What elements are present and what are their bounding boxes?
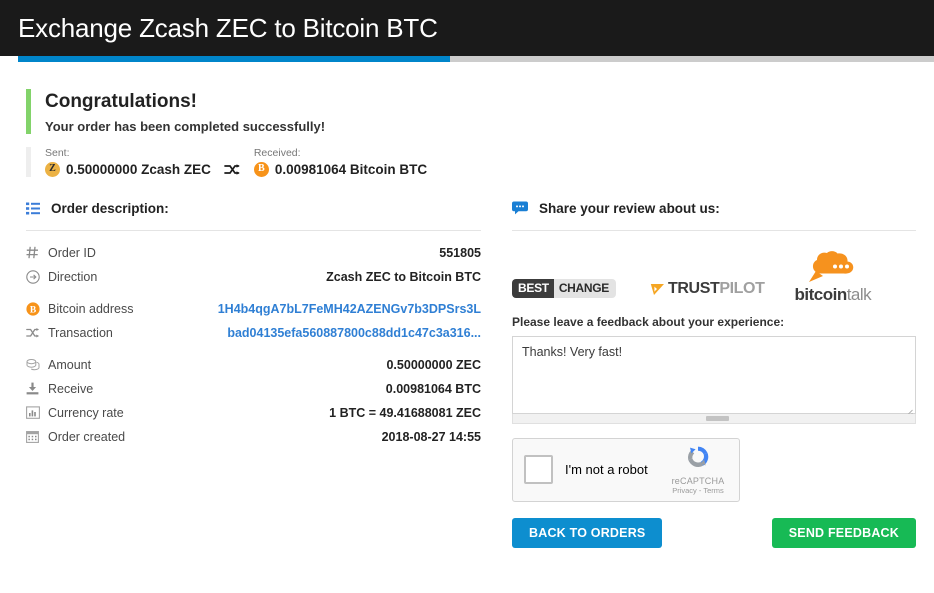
recaptcha-widget[interactable]: I'm not a robot reCAPTCHA Privacy - Term… — [512, 437, 740, 502]
speech-bubble-icon — [512, 201, 528, 215]
back-to-orders-button[interactable]: BACK TO ORDERS — [512, 517, 663, 549]
bestchange-logo[interactable]: BEST CHANGE — [512, 278, 617, 298]
send-feedback-button[interactable]: SEND FEEDBACK — [771, 517, 916, 549]
row-label: Order created — [48, 429, 126, 444]
row-label: Transaction — [48, 325, 113, 340]
download-icon — [26, 382, 48, 395]
order-description-title: Order description: — [51, 200, 169, 216]
success-message: Your order has been completed successful… — [45, 118, 326, 134]
row-label: Order ID — [48, 245, 96, 260]
row-value: 1 BTC = 49.41688081 ZEC — [329, 405, 481, 420]
bitcoin-icon: B — [26, 302, 48, 316]
recaptcha-label: I'm not a robot — [565, 462, 648, 478]
sent-label: Sent: — [45, 146, 70, 159]
received-label: Received: — [253, 146, 301, 159]
received-block: Received: B 0.00981064 Bitcoin BTC — [253, 146, 428, 177]
feedback-label: Please leave a feedback about your exper… — [512, 314, 785, 329]
trustpilot-logo[interactable]: TRUST PILOT — [650, 279, 765, 298]
order-description-header: Order description: — [26, 201, 481, 230]
review-site-logos: BEST CHANGE TRUST PILOT bitcointalk — [512, 245, 916, 305]
svg-text:B: B — [30, 305, 37, 315]
row-value: Zcash ZEC to Bitcoin BTC — [326, 269, 481, 284]
recaptcha-branding: reCAPTCHA Privacy - Terms — [667, 444, 729, 495]
sent-amount: 0.50000000 Zcash ZEC — [66, 161, 211, 177]
success-heading: Congratulations! — [45, 91, 197, 112]
bitcoin-coin-icon: B — [253, 161, 269, 177]
recaptcha-logo-icon — [667, 444, 729, 475]
scrollbar-thumb[interactable] — [705, 415, 729, 421]
table-row: Order created 2018-08-27 14:55 — [26, 425, 481, 449]
table-row: Receive 0.00981064 BTC — [26, 377, 481, 401]
swap-arrows-icon — [223, 163, 241, 177]
chart-icon — [26, 406, 48, 419]
bitcointalk-logo-b: talk — [846, 284, 872, 304]
feedback-horizontal-scrollbar[interactable] — [512, 413, 916, 424]
arrow-circle-icon — [26, 269, 48, 284]
row-value: 0.50000000 ZEC — [386, 357, 481, 372]
table-row: Transaction bad04135efa560887800c88dd1c4… — [26, 321, 481, 345]
table-row: Order ID 551805 — [26, 241, 481, 265]
received-amount: 0.00981064 Bitcoin BTC — [274, 161, 428, 177]
row-label: Amount — [48, 357, 92, 372]
trustpilot-logo-a: TRUST — [668, 279, 720, 297]
review-panel: Share your review about us: BEST CHANGE … — [481, 201, 916, 549]
row-value: 0.00981064 BTC — [385, 381, 481, 396]
bestchange-logo-b: CHANGE — [553, 278, 617, 298]
sent-value-row: Z 0.50000000 Zcash ZEC — [45, 161, 211, 177]
progress-bar-fill — [18, 56, 450, 62]
action-buttons: BACK TO ORDERS SEND FEEDBACK — [512, 517, 916, 549]
order-divider — [26, 229, 481, 231]
transaction-link[interactable]: bad04135efa560887800c88dd1c47c3a316... — [227, 326, 481, 340]
trustpilot-star-icon — [650, 281, 665, 296]
order-description-panel: Order description: Order ID 551805 Direc… — [26, 201, 481, 549]
row-value: 551805 — [439, 245, 481, 260]
bitcointalk-wordmark: bitcointalk — [794, 286, 871, 303]
trustpilot-logo-b: PILOT — [719, 279, 765, 297]
table-row: Currency rate 1 BTC = 49.41688081 ZEC — [26, 401, 481, 425]
feedback-textarea-wrapper — [512, 335, 916, 424]
zcash-coin-icon: Z — [45, 161, 60, 177]
sent-block: Sent: Z 0.50000000 Zcash ZEC — [45, 147, 211, 177]
feedback-input[interactable] — [512, 335, 916, 414]
recaptcha-brand-text: reCAPTCHA — [671, 476, 725, 487]
list-icon — [26, 202, 40, 215]
hash-icon — [26, 246, 48, 259]
row-label: Bitcoin address — [48, 301, 134, 316]
table-row: Direction Zcash ZEC to Bitcoin BTC — [26, 265, 481, 289]
row-value: 2018-08-27 14:55 — [381, 429, 481, 444]
content-columns: Order description: Order ID 551805 Direc… — [0, 201, 934, 549]
row-label: Receive — [48, 381, 94, 396]
table-row: B Bitcoin address 1H4b4qgA7bL7FeMH42AZEN… — [26, 297, 481, 321]
bestchange-logo-a: BEST — [512, 278, 554, 298]
bitcointalk-logo-a: bitcoin — [794, 284, 847, 304]
app-header: Exchange Zcash ZEC to Bitcoin BTC — [0, 0, 934, 56]
review-divider — [512, 229, 916, 231]
success-banner: Congratulations! Your order has been com… — [26, 89, 934, 134]
calendar-icon — [26, 430, 48, 444]
shuffle-icon — [26, 327, 48, 339]
progress-bar-track — [18, 56, 934, 62]
recaptcha-privacy-terms[interactable]: Privacy - Terms — [667, 486, 729, 495]
page-title: Exchange Zcash ZEC to Bitcoin BTC — [18, 13, 438, 43]
bitcointalk-cloud-icon — [803, 250, 863, 288]
received-value-row: B 0.00981064 Bitcoin BTC — [253, 161, 428, 177]
bitcointalk-logo[interactable]: bitcointalk — [794, 250, 872, 303]
row-label: Currency rate — [48, 405, 124, 420]
recaptcha-checkbox[interactable] — [524, 455, 553, 485]
review-title: Share your review about us: — [539, 200, 720, 216]
sent-received-summary: Sent: Z 0.50000000 Zcash ZEC Received: B… — [26, 146, 934, 177]
coins-icon — [26, 358, 48, 371]
bitcoin-address-link[interactable]: 1H4b4qgA7bL7FeMH42AZENGv7b3DPSrs3L — [218, 302, 481, 316]
review-header: Share your review about us: — [512, 201, 916, 230]
row-label: Direction — [48, 269, 98, 284]
table-row: Amount 0.50000000 ZEC — [26, 353, 481, 377]
